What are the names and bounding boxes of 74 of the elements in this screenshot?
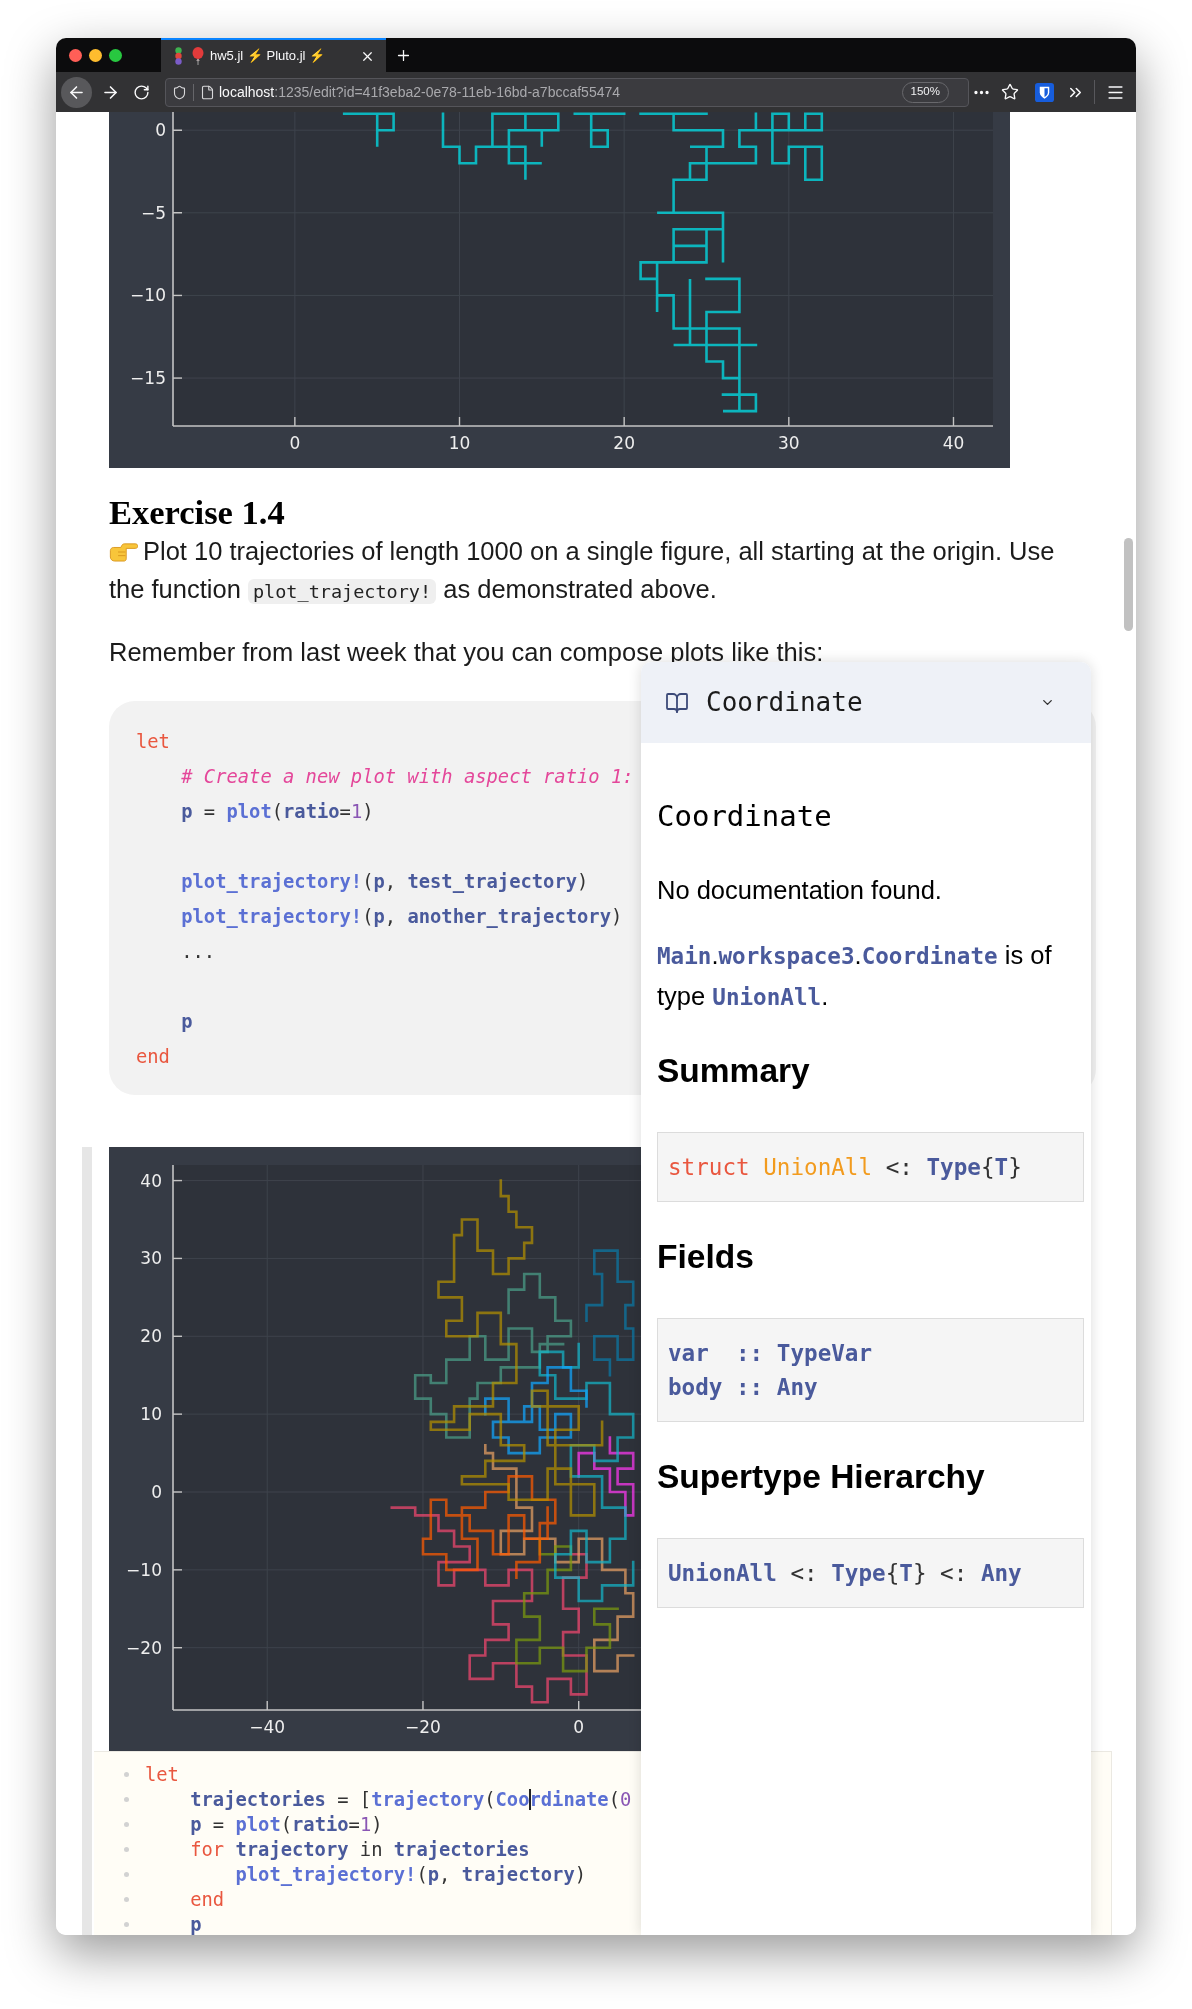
code-line: end (136, 1045, 170, 1069)
section-heading: Fields (657, 1237, 754, 1277)
axis-tick-label: 10 (448, 433, 471, 453)
close-window-icon[interactable] (69, 48, 82, 62)
code-line: p (189, 1913, 202, 1935)
code-line: var :: TypeVar (668, 1339, 873, 1368)
axis-tick-label: 30 (140, 1248, 162, 1269)
docs-heading: Coordinate (657, 798, 832, 834)
star-icon[interactable] (1001, 83, 1019, 101)
shield-icon (172, 84, 187, 100)
code-line: plot_trajectory!(p, another_trajectory) (180, 905, 623, 930)
axis-tick-label: −5 (140, 202, 166, 223)
balloon-icon (192, 47, 204, 65)
page-icon (200, 84, 215, 100)
section-heading: Summary (657, 1051, 810, 1091)
axis-tick-label: −20 (126, 1637, 162, 1658)
docs-message: No documentation found. (657, 875, 942, 906)
axis-tick-label: 0 (289, 433, 301, 453)
code-line: let (136, 730, 170, 754)
scrollbar-thumb[interactable] (1124, 538, 1133, 631)
code-line: trajectories = [trajectory(Coordinate(0 (189, 1788, 632, 1812)
code-line: body :: Any (668, 1373, 818, 1402)
line-marker-icon (124, 1797, 129, 1802)
axis-tick-label: −15 (130, 368, 166, 389)
type-description: Main.workspace3.Coordinate is of type UnionAll. (657, 940, 1053, 1012)
reload-icon[interactable] (133, 83, 150, 101)
section-heading: Supertype Hierarchy (657, 1457, 985, 1497)
code-line: # Create a new plot with aspect ratio 1: (180, 765, 634, 789)
axis-tick-label: 0 (151, 1482, 162, 1502)
axis-tick-label: −10 (126, 1559, 162, 1580)
axis-tick-label: 30 (778, 433, 800, 453)
code-line: p (180, 1010, 193, 1034)
axis-tick-label: −10 (130, 285, 166, 306)
line-marker-icon (124, 1922, 129, 1927)
axis-tick-label: 10 (140, 1404, 162, 1425)
line-marker-icon (124, 1847, 129, 1852)
instruction-text: Plot 10 trajectories of length 1000 on a single figure, all starting at the origin. Use the function plot_trajectory! as demonstrated above. (109, 536, 1056, 606)
maximize-window-icon[interactable] (109, 48, 122, 62)
axis-tick-label: 20 (140, 1326, 162, 1347)
browser-tab[interactable]: hw5.jl ⚡ Pluto.jl ⚡ (161, 38, 386, 72)
code-line: struct UnionAll <: Type{T} (668, 1153, 1022, 1182)
axis-tick-label: 0 (573, 1717, 585, 1737)
book-icon (665, 690, 689, 715)
axis-tick-label: 40 (942, 433, 965, 453)
stacked-dots-icon (174, 47, 183, 65)
pointing-hand-icon (109, 541, 138, 563)
axis-tick-label: 20 (613, 433, 635, 453)
axis-tick-label: −20 (405, 1717, 441, 1737)
line-marker-icon (124, 1772, 129, 1777)
cell-shoulder[interactable] (82, 1147, 92, 1935)
docs-panel-title: Coordinate (706, 686, 863, 719)
axis-tick-label: 40 (140, 1170, 162, 1191)
code-line: end (189, 1888, 225, 1912)
address-bar[interactable]: localhost:1235/edit?id=41f3eba2-0e78-11eb-16bd-a7bccaf55474 150% (165, 77, 969, 107)
shield-badge-icon[interactable] (1035, 82, 1054, 102)
code-line: plot_trajectory!(p, test_trajectory) (180, 870, 589, 895)
code-line: ... (180, 940, 216, 964)
code-line: plot_trajectory!(p, trajectory) (234, 1863, 586, 1887)
code-line: p = plot(ratio=1) (189, 1813, 383, 1837)
code-line: for trajectory in trajectories (189, 1838, 530, 1862)
code-line: p = plot(ratio=1) (180, 800, 374, 824)
code-line: UnionAll <: Type{T} <: Any (668, 1559, 1022, 1588)
minimize-window-icon[interactable] (89, 48, 102, 62)
axis-tick-label: −40 (249, 1717, 286, 1737)
note-text: Remember from last week that you can compose plots like this: (109, 640, 824, 664)
docs-panel-header[interactable]: Coordinate (641, 662, 1091, 743)
url-text: localhost:1235/edit?id=41f3eba2-0e78-11eb-16bd-a7bccaf55474 (219, 82, 621, 102)
axis-tick-label: 0 (155, 120, 166, 141)
line-marker-icon (124, 1822, 129, 1827)
exercise-heading: Exercise 1.4 (109, 492, 285, 532)
line-marker-icon (124, 1897, 129, 1902)
line-marker-icon (124, 1872, 129, 1877)
code-line: let (145, 1763, 179, 1787)
back-button[interactable] (61, 76, 92, 108)
